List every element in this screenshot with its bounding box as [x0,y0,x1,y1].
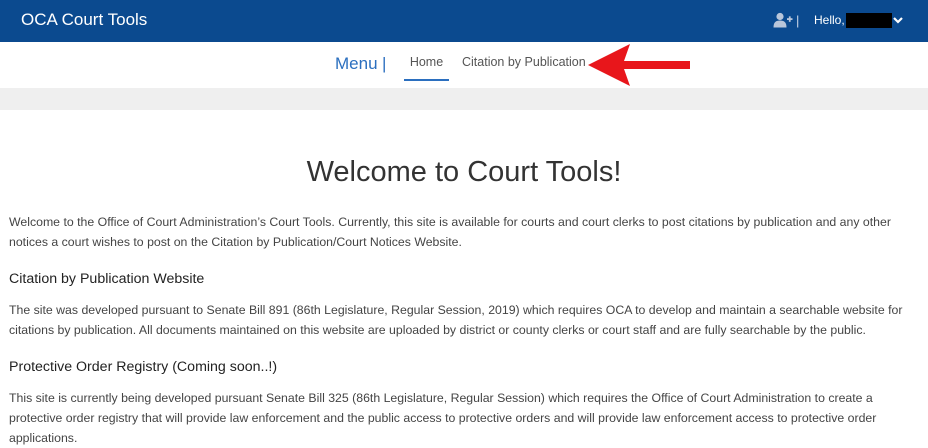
page-title: Welcome to Court Tools! [306,156,622,188]
top-navbar: OCA Court Tools | Hello, [0,0,928,42]
add-user-icon[interactable] [773,12,793,28]
gray-band [0,88,928,110]
secondary-nav: Menu | Home Citation by Publication [0,42,928,88]
app-brand[interactable]: OCA Court Tools [21,10,147,30]
header-separator: | [796,13,800,28]
menu-label: Menu [335,54,378,73]
intro-paragraph: Welcome to the Office of Court Administr… [9,215,891,249]
redacted-username [846,13,892,28]
nav-citation-by-publication[interactable]: Citation by Publication [462,55,586,69]
section-heading-citation: Citation by Publication Website [9,271,205,287]
red-arrow-annotation [588,44,690,86]
section-body-citation: The site was developed pursuant to Senat… [9,303,903,337]
menu-separator: | [382,54,387,73]
section-heading-protective-order: Protective Order Registry (Coming soon..… [9,359,278,375]
section-body-protective-order: This site is currently being developed p… [9,391,877,445]
chevron-down-icon[interactable] [893,15,903,25]
user-greeting[interactable]: Hello, [814,13,845,27]
nav-home[interactable]: Home [404,55,449,81]
